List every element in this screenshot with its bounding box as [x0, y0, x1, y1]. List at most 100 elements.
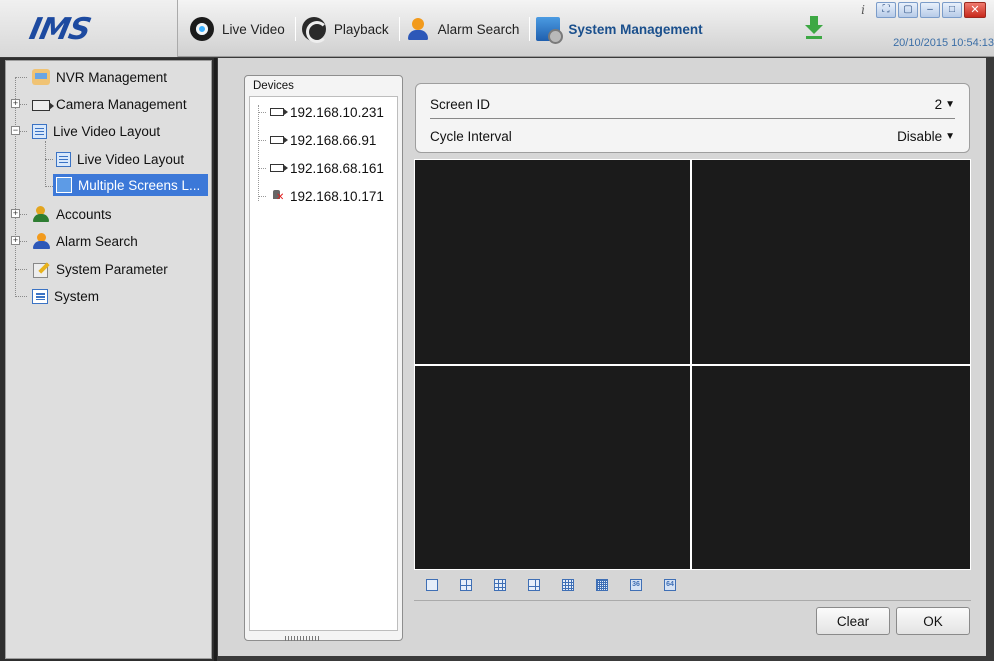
tree-item-multiple-screens-layout[interactable]: Multiple Screens L... [53, 174, 208, 196]
device-offline-icon [270, 189, 284, 203]
window-controls: i ⛶ ▢ – □ ✕ [856, 2, 986, 18]
tree-item-system-parameter[interactable]: System Parameter [32, 258, 168, 280]
layout-1-icon[interactable] [426, 579, 438, 591]
tree-connector [45, 186, 53, 187]
minimize-icon[interactable]: – [920, 2, 940, 18]
playback-icon [301, 17, 328, 43]
video-cell-3[interactable] [415, 366, 690, 569]
alarm-user-icon [406, 17, 430, 41]
nav-system-management-label: System Management [568, 21, 703, 37]
multi-screen-icon [56, 177, 72, 193]
main-nav: Live Video Playback Alarm Search System … [186, 14, 711, 44]
tree-connector [15, 77, 27, 78]
nav-playback-label: Playback [333, 21, 389, 37]
layout-4-icon[interactable] [460, 579, 472, 591]
settings-divider [430, 118, 955, 119]
nav-alarm-search-label: Alarm Search [437, 21, 520, 37]
cycle-interval-select[interactable]: Disable ▼ [897, 129, 955, 144]
system-monitor-icon [536, 17, 564, 44]
tree-item-label: Multiple Screens L... [78, 177, 201, 193]
alarm-user-icon [32, 233, 50, 249]
content-area: Devices 192.168.10.231 192.168.66.91 192… [218, 58, 994, 661]
ims-logo: IMS [26, 12, 94, 47]
nav-separator [294, 17, 296, 41]
camera-online-icon [270, 108, 288, 116]
info-icon[interactable]: i [856, 3, 870, 17]
nav-live-video[interactable]: Live Video [186, 14, 293, 44]
lock-icon[interactable]: ▢ [898, 2, 918, 18]
nav-separator [529, 17, 531, 41]
screen-id-label: Screen ID [430, 96, 491, 112]
layout-6-icon[interactable] [528, 579, 540, 591]
video-cell-4[interactable] [692, 366, 970, 569]
devices-title: Devices [253, 80, 294, 92]
clear-button[interactable]: Clear [816, 607, 890, 635]
layout-16-icon[interactable] [562, 579, 574, 591]
screen-id-select[interactable]: 2 ▼ [935, 97, 955, 112]
eye-icon [190, 17, 214, 41]
tree-connector [258, 105, 259, 201]
tree-connector [15, 77, 16, 297]
close-icon[interactable]: ✕ [964, 2, 986, 18]
fullscreen-icon[interactable]: ⛶ [876, 2, 896, 18]
left-pane: + − + + NVR Management Camera Management… [0, 58, 214, 661]
tree-item-nvr-management[interactable]: NVR Management [32, 66, 167, 88]
chevron-down-icon: ▼ [945, 98, 955, 110]
tree-connector [15, 296, 27, 297]
video-cell-2[interactable] [692, 160, 970, 364]
cycle-interval-row: Cycle Interval Disable ▼ [430, 125, 955, 147]
expand-toggle-camera[interactable]: + [11, 99, 20, 108]
layout-64-icon[interactable]: 64 [664, 579, 676, 591]
pane-splitter[interactable] [214, 58, 217, 661]
tree-item-alarm-search[interactable]: Alarm Search [32, 230, 138, 252]
tree-item-accounts[interactable]: Accounts [32, 203, 112, 225]
tree-item-label: Alarm Search [56, 233, 138, 249]
device-item[interactable]: 192.168.68.161 [270, 157, 384, 179]
tree-item-label: Camera Management [56, 96, 187, 112]
download-icon[interactable] [805, 16, 823, 40]
expand-toggle-alarm[interactable]: + [11, 236, 20, 245]
tree-item-live-video-layout[interactable]: Live Video Layout [32, 120, 160, 142]
camera-icon [32, 99, 54, 111]
tree-connector [258, 112, 266, 113]
nvr-icon [32, 69, 50, 85]
camera-online-icon [270, 136, 288, 144]
nav-playback[interactable]: Playback [298, 14, 397, 44]
tree-item-label: Live Video Layout [77, 151, 185, 167]
device-item[interactable]: 192.168.10.231 [270, 101, 384, 123]
multiple-screens-panel: Devices 192.168.10.231 192.168.66.91 192… [218, 58, 986, 656]
resize-grip[interactable] [285, 636, 321, 641]
tree-item-label: System [54, 288, 100, 304]
top-bar: IMS Live Video Playback Alarm Search Sys… [0, 0, 994, 57]
tree-item-system[interactable]: System [32, 285, 99, 307]
device-item[interactable]: 192.168.10.171 [270, 185, 384, 207]
layout-9-icon[interactable] [494, 579, 506, 591]
chevron-down-icon: ▼ [945, 130, 955, 142]
maximize-icon[interactable]: □ [942, 2, 962, 18]
layout-36-icon[interactable]: 36 [630, 579, 642, 591]
nav-system-management[interactable]: System Management [532, 14, 710, 44]
layout-25-icon[interactable] [596, 579, 608, 591]
tree-connector [15, 269, 27, 270]
device-item[interactable]: 192.168.66.91 [270, 129, 376, 151]
devices-panel: Devices 192.168.10.231 192.168.66.91 192… [244, 75, 403, 641]
screen-settings: Screen ID 2 ▼ Cycle Interval Disable ▼ [415, 83, 970, 153]
tree-item-live-video-layout-child[interactable]: Live Video Layout [56, 148, 184, 170]
camera-online-icon [270, 164, 288, 172]
collapse-toggle-layout[interactable]: − [11, 126, 20, 135]
video-cell-1[interactable] [415, 160, 690, 364]
logo-area: IMS [0, 0, 178, 57]
device-ip: 192.168.66.91 [290, 132, 377, 148]
tree-item-label: System Parameter [56, 261, 168, 277]
parameter-icon [32, 261, 50, 278]
tree-connector [45, 159, 53, 160]
nav-alarm-search[interactable]: Alarm Search [402, 14, 528, 44]
tree-item-camera-management[interactable]: Camera Management [32, 93, 187, 115]
cycle-interval-label: Cycle Interval [430, 128, 512, 144]
ok-button[interactable]: OK [896, 607, 970, 635]
settings-tree: + − + + NVR Management Camera Management… [5, 60, 212, 659]
expand-toggle-accounts[interactable]: + [11, 209, 20, 218]
nav-live-video-label: Live Video [222, 21, 285, 37]
system-icon [32, 288, 48, 304]
tree-connector [258, 196, 266, 197]
